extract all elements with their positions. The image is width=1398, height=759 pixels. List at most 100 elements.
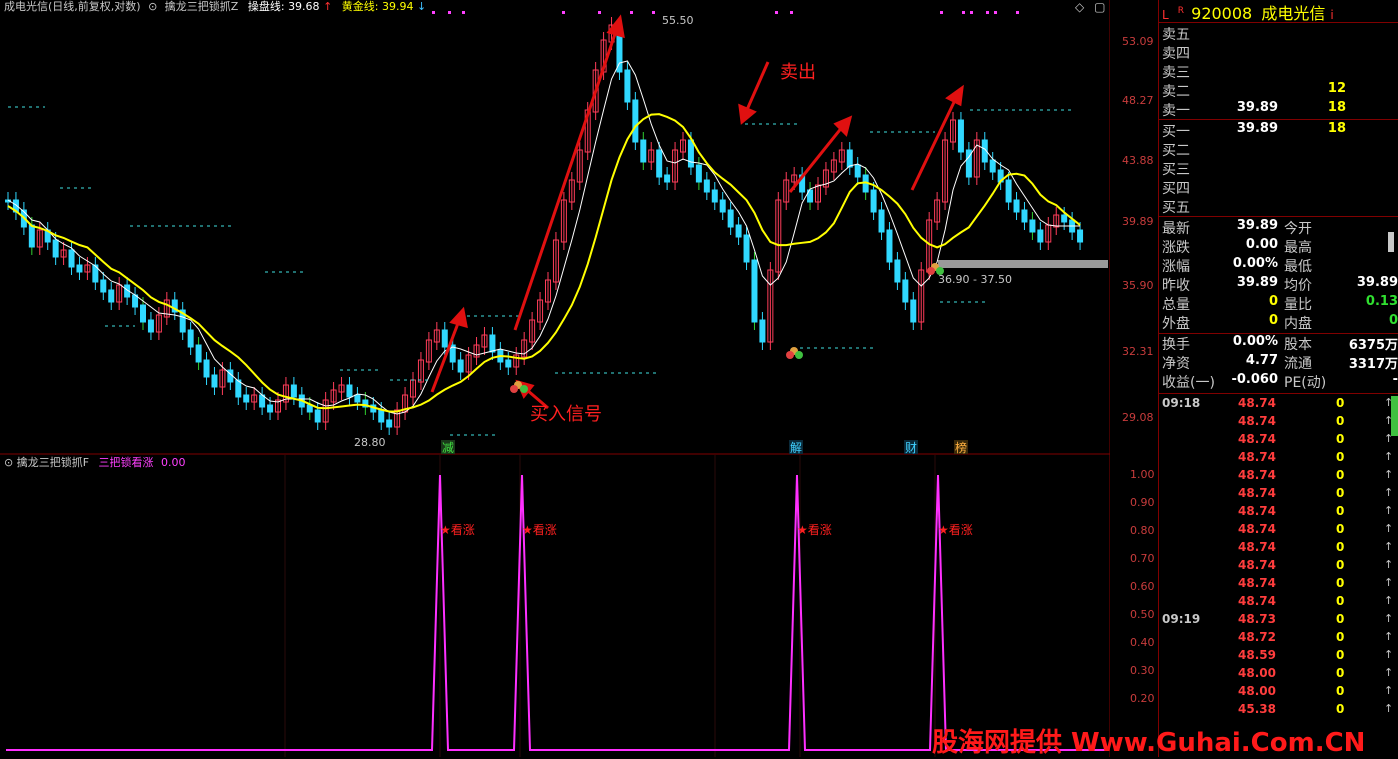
tick-arrow-icon: ↑ bbox=[1384, 558, 1394, 571]
tick-price: 45.38 bbox=[1238, 702, 1276, 716]
indicator-title[interactable]: 擒龙三把锁抓F bbox=[17, 456, 89, 469]
diamond-icon[interactable]: ◇ bbox=[1075, 0, 1084, 14]
stat-label: 涨跌 bbox=[1162, 240, 1190, 256]
price-tick: 43.88 bbox=[1122, 154, 1154, 167]
tick-volume: 0 bbox=[1336, 612, 1345, 626]
candle-body bbox=[735, 224, 742, 238]
stat-label: 涨幅 bbox=[1162, 259, 1190, 275]
tick-scrollbar[interactable] bbox=[1391, 396, 1398, 436]
line2-label: 黄金线: bbox=[341, 0, 379, 13]
candle-body bbox=[378, 409, 385, 423]
stat-label: 股本 bbox=[1284, 337, 1312, 353]
stat-label: 净资 bbox=[1162, 356, 1190, 372]
candle-body bbox=[147, 319, 154, 333]
tick-price: 48.74 bbox=[1238, 432, 1276, 446]
candle-body bbox=[727, 209, 734, 228]
candle-body bbox=[1029, 219, 1036, 233]
tick-volume: 0 bbox=[1336, 684, 1345, 698]
buy-annotation: 买入信号 bbox=[530, 404, 602, 425]
candle-body bbox=[1005, 179, 1012, 203]
tick-volume: 0 bbox=[1336, 468, 1345, 482]
tick-price: 48.74 bbox=[1238, 504, 1276, 518]
indicator-name[interactable]: 擒龙三把锁抓Z bbox=[165, 0, 239, 13]
tick-volume: 0 bbox=[1336, 648, 1345, 662]
stat-value: 0 bbox=[1268, 313, 1278, 328]
stat-label: 均价 bbox=[1284, 278, 1312, 294]
maximize-icon[interactable]: ▢ bbox=[1094, 0, 1105, 14]
stock-title: L R 920008 成电光信 i bbox=[1162, 0, 1334, 24]
tick-price: 48.00 bbox=[1238, 684, 1276, 698]
quote-label: 卖二 bbox=[1162, 84, 1190, 100]
indicator-tick: 0.20 bbox=[1130, 692, 1155, 705]
tick-volume: 0 bbox=[1336, 594, 1345, 608]
price-chart[interactable]: 卖出 买入信号 55.50 28.80 36.90 - 37.50 减 解 财 … bbox=[0, 0, 1110, 455]
price-tick: 48.27 bbox=[1122, 94, 1154, 107]
tick-volume: 0 bbox=[1336, 666, 1345, 680]
candle-body bbox=[211, 374, 218, 388]
candle-body bbox=[505, 359, 512, 368]
stat-label: 今开 bbox=[1284, 221, 1312, 237]
indicator-chart[interactable]: ★看涨 ★看涨 ★看涨 ★看涨 bbox=[0, 455, 1110, 757]
quote-label: 买五 bbox=[1162, 200, 1190, 216]
signal-label: ★看涨 bbox=[797, 522, 832, 537]
candle-body bbox=[1077, 229, 1084, 243]
high-label: 55.50 bbox=[662, 14, 694, 27]
candle-body bbox=[624, 69, 631, 103]
tag-cai: 财 bbox=[905, 441, 917, 455]
quote-label: 卖四 bbox=[1162, 46, 1190, 62]
quote-label: 卖五 bbox=[1162, 27, 1190, 43]
candle-body bbox=[203, 359, 210, 378]
price-tick: 35.90 bbox=[1122, 279, 1154, 292]
candle-body bbox=[1021, 209, 1028, 223]
tick-volume: 0 bbox=[1336, 576, 1345, 590]
range-label: 36.90 - 37.50 bbox=[938, 273, 1012, 286]
indicator-tick: 0.70 bbox=[1130, 552, 1155, 565]
stat-value: 4.77 bbox=[1245, 353, 1278, 368]
candle-body bbox=[140, 304, 146, 323]
stat-label: 换手 bbox=[1162, 337, 1190, 353]
panel-scroll-handle[interactable] bbox=[1388, 232, 1394, 252]
stat-value: 0.13 bbox=[1365, 294, 1398, 309]
stat-label: 总量 bbox=[1162, 297, 1190, 313]
candle-body bbox=[290, 384, 297, 398]
candle-body bbox=[187, 329, 194, 348]
stat-label: 内盘 bbox=[1284, 316, 1312, 332]
down-arrow-icon: ↓ bbox=[417, 0, 427, 13]
watermark: 股海网提供 Www.Guhai.Com.CN bbox=[932, 728, 1366, 758]
stat-value: 39.89 bbox=[1236, 275, 1278, 290]
market-tag: L bbox=[1162, 8, 1169, 22]
candle-body bbox=[76, 264, 83, 273]
candle-body bbox=[910, 299, 917, 323]
tick-arrow-icon: ↑ bbox=[1384, 612, 1394, 625]
tick-volume: 0 bbox=[1336, 540, 1345, 554]
candle-body bbox=[68, 249, 75, 268]
sell-annotation: 卖出 bbox=[780, 62, 816, 83]
signal-label: ★看涨 bbox=[938, 522, 973, 537]
stat-value: - bbox=[1392, 372, 1398, 387]
indicator-tick: 0.80 bbox=[1130, 524, 1155, 537]
candle-body bbox=[695, 164, 702, 183]
price-tick: 39.89 bbox=[1122, 215, 1154, 228]
stat-label: 量比 bbox=[1284, 297, 1312, 313]
stock-code: 920008 bbox=[1191, 4, 1253, 23]
collapse-icon[interactable]: ⊙ bbox=[4, 456, 13, 469]
stat-value: 0 bbox=[1388, 313, 1398, 328]
candle-body bbox=[28, 224, 35, 248]
tick-price: 48.74 bbox=[1238, 558, 1276, 572]
tick-volume: 0 bbox=[1336, 522, 1345, 536]
collapse-icon[interactable]: ⊙ bbox=[148, 0, 157, 13]
line1-value: 39.68 bbox=[288, 0, 320, 13]
tick-volume: 0 bbox=[1336, 396, 1345, 410]
tick-volume: 0 bbox=[1336, 630, 1345, 644]
candle-body bbox=[664, 174, 671, 183]
candle-body bbox=[957, 119, 964, 153]
candle-body bbox=[354, 394, 361, 403]
info-icon[interactable]: i bbox=[1330, 8, 1333, 22]
range-bar bbox=[938, 260, 1108, 268]
line1-label: 操盘线: bbox=[247, 0, 285, 13]
line2-value: 39.94 bbox=[382, 0, 414, 13]
signal-label: ★看涨 bbox=[522, 522, 557, 537]
indicator-series-name: 三把锁看涨 bbox=[98, 456, 154, 469]
candle-body bbox=[751, 259, 758, 323]
quote-volume: 18 bbox=[1327, 100, 1346, 115]
